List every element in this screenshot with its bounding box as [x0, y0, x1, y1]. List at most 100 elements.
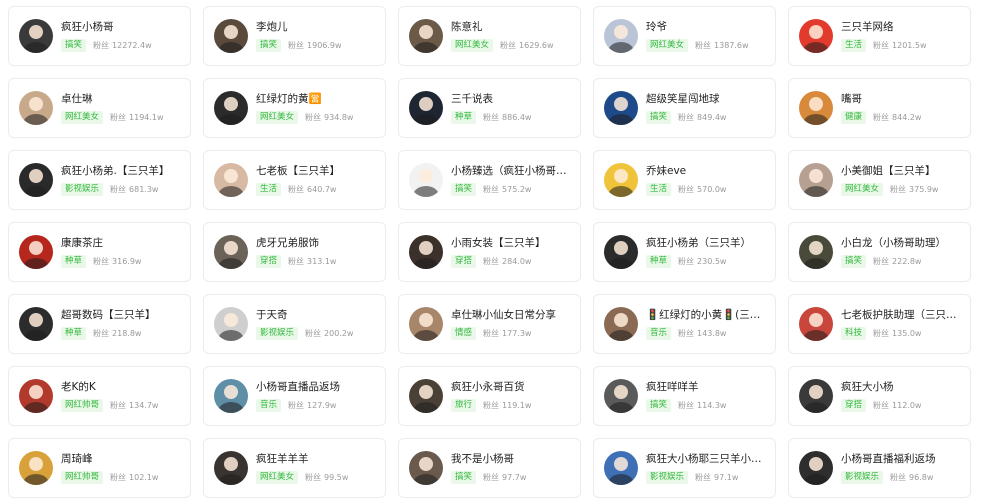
avatar: [214, 163, 248, 197]
account-name[interactable]: 康康茶庄: [61, 236, 184, 250]
category-tag: 网红帅哥: [61, 471, 104, 484]
account-card[interactable]: 三千说表 种草 粉丝 886.4w: [398, 78, 581, 138]
account-name[interactable]: 我不是小杨哥: [451, 452, 574, 466]
account-name[interactable]: 小白龙（小杨哥助理）: [841, 236, 964, 250]
account-name[interactable]: 卓仕琳小仙女日常分享: [451, 308, 574, 322]
account-card[interactable]: 嘴哥 健康 粉丝 844.2w: [788, 78, 971, 138]
account-card[interactable]: 疯狂小杨弟（三只羊） 种草 粉丝 230.5w: [593, 222, 776, 282]
account-meta: 生活 粉丝 1201.5w: [841, 39, 927, 52]
account-card[interactable]: 疯狂大小杨 穿搭 粉丝 112.0w: [788, 366, 971, 426]
account-card[interactable]: 三只羊网络生活 粉丝 1201.5w: [788, 6, 971, 66]
account-name[interactable]: 七老板【三只羊】: [256, 164, 379, 178]
avatar: [214, 19, 248, 53]
account-card[interactable]: 小杨哥直播福利返场 影视娱乐 粉丝 96.8w: [788, 438, 971, 498]
account-card[interactable]: 疯狂羊羊羊 网红美女 粉丝 99.5w: [203, 438, 386, 498]
account-card[interactable]: 老K的K 网红帅哥 粉丝 134.7w: [8, 366, 191, 426]
avatar: [19, 19, 53, 53]
fans-count: 119.1w: [502, 401, 532, 410]
account-name[interactable]: 超哥数码【三只羊】: [61, 308, 184, 322]
account-card[interactable]: 🚦红绿灯的小黄🚦(三只羊) 音乐 粉丝 143.8w: [593, 294, 776, 354]
account-card[interactable]: 小杨臻选（疯狂小杨哥的... 搞笑 粉丝 575.2w: [398, 150, 581, 210]
fans-count: 1194.1w: [129, 113, 164, 122]
account-card[interactable]: 李炮儿 搞笑 粉丝 1906.9w: [203, 6, 386, 66]
account-name[interactable]: 疯狂咩咩羊: [646, 380, 769, 394]
account-card[interactable]: 小雨女装【三只羊】 穿搭 粉丝 284.0w: [398, 222, 581, 282]
account-meta: 音乐 粉丝 143.8w: [646, 327, 726, 340]
account-name[interactable]: 小杨臻选（疯狂小杨哥的...: [451, 164, 574, 178]
account-name[interactable]: 疯狂小杨弟.【三只羊】: [61, 164, 184, 178]
account-card[interactable]: 康康茶庄 种草 粉丝 316.9w: [8, 222, 191, 282]
account-name[interactable]: 三只羊网络: [841, 20, 964, 34]
account-name[interactable]: 疯狂羊羊羊: [256, 452, 379, 466]
account-name[interactable]: 疯狂大小杨: [841, 380, 964, 394]
account-card[interactable]: 我不是小杨哥 搞笑 粉丝 97.7w: [398, 438, 581, 498]
account-meta: 影视娱乐 粉丝 681.3w: [61, 183, 158, 196]
account-name[interactable]: 超级笑星闯地球: [646, 92, 769, 106]
account-card[interactable]: 虎牙兄弟服饰 穿搭 粉丝 313.1w: [203, 222, 386, 282]
fans-label: 粉丝: [288, 401, 305, 410]
account-name[interactable]: 虎牙兄弟服饰: [256, 236, 379, 250]
account-name[interactable]: 三千说表: [451, 92, 574, 106]
account-meta: 网红美女 粉丝 1387.6w: [646, 39, 749, 52]
account-name[interactable]: 七老板护肤助理（三只羊...: [841, 308, 964, 322]
category-tag: 种草: [451, 111, 477, 124]
account-name[interactable]: 周琦峰: [61, 452, 184, 466]
account-card[interactable]: 疯狂小杨弟.【三只羊】 影视娱乐 粉丝 681.3w: [8, 150, 191, 210]
account-card[interactable]: 超级笑星闯地球 搞笑 粉丝 849.4w: [593, 78, 776, 138]
account-card[interactable]: 玲爷网红美女 粉丝 1387.6w: [593, 6, 776, 66]
account-card[interactable]: 超哥数码【三只羊】 种草 粉丝 218.8w: [8, 294, 191, 354]
account-name[interactable]: 老K的K: [61, 380, 184, 394]
account-name[interactable]: 李炮儿: [256, 20, 379, 34]
account-card[interactable]: 周琦峰 网红帅哥 粉丝 102.1w: [8, 438, 191, 498]
account-name[interactable]: 小杨哥直播福利返场: [841, 452, 964, 466]
account-card[interactable]: 卓仕琳 网红美女 粉丝 1194.1w: [8, 78, 191, 138]
account-name[interactable]: 小雨女装【三只羊】: [451, 236, 574, 250]
account-name[interactable]: 嘴哥: [841, 92, 964, 106]
category-tag: 网红美女: [646, 39, 689, 52]
avatar: [19, 235, 53, 269]
account-card[interactable]: 七老板【三只羊】 生活 粉丝 640.7w: [203, 150, 386, 210]
account-name[interactable]: 于天奇: [256, 308, 379, 322]
category-tag: 穿搭: [841, 399, 867, 412]
account-card[interactable]: 小杨哥直播品返场 音乐 粉丝 127.9w: [203, 366, 386, 426]
account-card[interactable]: 于天奇 影视娱乐 粉丝 200.2w: [203, 294, 386, 354]
category-tag: 种草: [646, 255, 672, 268]
account-name[interactable]: 小美御姐【三只羊】: [841, 164, 964, 178]
account-meta: 搞笑 粉丝 97.7w: [451, 471, 526, 484]
account-name[interactable]: 🚦红绿灯的小黄🚦(三只羊): [646, 308, 769, 322]
fans-label: 粉丝: [678, 113, 695, 122]
fans-label: 粉丝: [483, 401, 500, 410]
avatar: [604, 379, 638, 413]
account-name[interactable]: 疯狂小杨哥: [61, 20, 184, 34]
avatar: [604, 163, 638, 197]
account-meta: 生活 粉丝 570.0w: [646, 183, 726, 196]
account-card[interactable]: 疯狂大小杨耶三只羊小卖... 影视娱乐 粉丝 97.1w: [593, 438, 776, 498]
fans-label: 粉丝: [305, 329, 322, 338]
account-name[interactable]: 疯狂小杨弟（三只羊）: [646, 236, 769, 250]
account-card[interactable]: 小美御姐【三只羊】 网红美女 粉丝 375.9w: [788, 150, 971, 210]
account-name[interactable]: 卓仕琳: [61, 92, 184, 106]
account-name[interactable]: 红绿灯的黄🈺: [256, 92, 379, 106]
account-card[interactable]: 七老板护肤助理（三只羊... 科技 粉丝 135.0w: [788, 294, 971, 354]
fans-count: 200.2w: [324, 329, 354, 338]
account-meta: 穿搭 粉丝 284.0w: [451, 255, 531, 268]
account-name[interactable]: 疯狂小永哥百货: [451, 380, 574, 394]
account-name[interactable]: 乔妹eve: [646, 164, 769, 178]
account-card[interactable]: 疯狂小杨哥 搞笑 粉丝 12272.4w: [8, 6, 191, 66]
account-meta: 影视娱乐 粉丝 96.8w: [841, 471, 933, 484]
account-card[interactable]: 疯狂咩咩羊 搞笑 粉丝 114.3w: [593, 366, 776, 426]
fans-count: 143.8w: [697, 329, 727, 338]
account-name[interactable]: 玲爷: [646, 20, 769, 34]
avatar: [604, 307, 638, 341]
account-card[interactable]: 小白龙（小杨哥助理） 搞笑 粉丝 222.8w: [788, 222, 971, 282]
account-card[interactable]: 疯狂小永哥百货 旅行 粉丝 119.1w: [398, 366, 581, 426]
avatar-logo-icon: [409, 163, 443, 197]
account-card[interactable]: 陈意礼 网红美女 粉丝 1629.6w: [398, 6, 581, 66]
account-name[interactable]: 疯狂大小杨耶三只羊小卖...: [646, 452, 769, 466]
account-card[interactable]: 红绿灯的黄🈺 网红美女 粉丝 934.8w: [203, 78, 386, 138]
account-card[interactable]: 乔妹eve 生活 粉丝 570.0w: [593, 150, 776, 210]
account-card[interactable]: 卓仕琳小仙女日常分享 情感 粉丝 177.3w: [398, 294, 581, 354]
fans-count: 177.3w: [502, 329, 532, 338]
account-name[interactable]: 陈意礼: [451, 20, 574, 34]
account-name[interactable]: 小杨哥直播品返场: [256, 380, 379, 394]
